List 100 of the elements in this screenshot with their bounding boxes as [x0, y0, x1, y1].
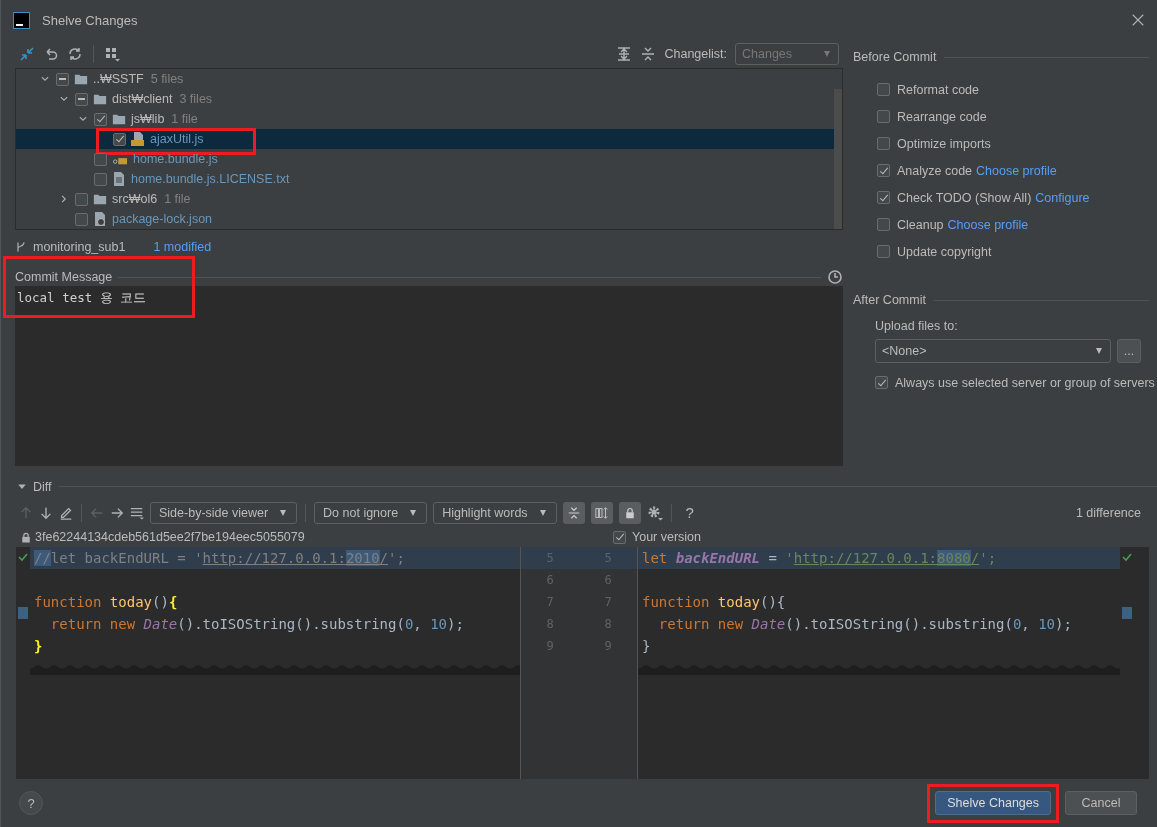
checkbox[interactable]	[877, 218, 890, 231]
folder-icon	[111, 112, 127, 126]
code-line: return new Date().toISOString().substring(0, 10);	[49, 615, 465, 635]
browse-button[interactable]: ...	[1117, 339, 1141, 363]
collapse-unchanged-icon[interactable]	[562, 501, 585, 524]
cancel-button[interactable]: Cancel	[1065, 791, 1137, 816]
lock-icon[interactable]	[618, 501, 641, 524]
js-file-icon	[130, 131, 146, 147]
folder-icon	[73, 72, 89, 86]
checkbox[interactable]	[877, 245, 890, 258]
option-label[interactable]: Analyze code	[897, 163, 973, 178]
viewer-dropdown[interactable]: Side-by-side viewer	[150, 501, 298, 524]
option-label[interactable]: Check TODO (Show All)	[897, 190, 1032, 205]
change-marker	[1122, 607, 1132, 620]
group-by-icon[interactable]	[104, 46, 120, 62]
checkbox[interactable]	[877, 164, 890, 177]
text-file-icon	[111, 171, 127, 187]
revision-hash: 3fe62244134cdeb561d5ee2f7be194eec5055079	[35, 530, 305, 545]
file-name[interactable]: src₩ol6	[112, 192, 158, 206]
check-icon	[1121, 551, 1133, 564]
highlight-dropdown[interactable]: Highlight words	[433, 501, 557, 524]
history-icon[interactable]	[827, 269, 843, 285]
file-name[interactable]: home.bundle.js.LICENSE.txt	[131, 172, 290, 186]
help-button[interactable]: ?	[679, 504, 700, 522]
checkbox[interactable]	[113, 132, 126, 146]
list-icon[interactable]	[130, 505, 144, 520]
file-count: 3 files	[179, 92, 213, 106]
branch-name: monitoring_sub1	[33, 240, 126, 254]
code-line: }	[641, 637, 652, 657]
checkbox[interactable]	[75, 92, 88, 106]
code-line: }	[33, 637, 44, 657]
undo-icon[interactable]	[43, 46, 59, 62]
json-file-icon	[92, 211, 108, 227]
chevron-down-icon[interactable]	[78, 114, 88, 124]
option-link[interactable]: Choose profile	[947, 217, 1029, 232]
sync-scroll-icon[interactable]	[590, 501, 613, 524]
file-name[interactable]: home.bundle.js	[133, 152, 218, 166]
folder-icon	[92, 92, 108, 106]
checkbox[interactable]	[875, 376, 888, 389]
arrow-down-icon[interactable]	[39, 505, 53, 520]
changelist-label: Changelist:	[664, 47, 727, 61]
checkbox[interactable]	[94, 112, 107, 126]
chevron-right-icon[interactable]	[59, 194, 69, 204]
code-line: function today(){	[33, 593, 179, 613]
arrow-right-icon[interactable]	[110, 505, 124, 520]
option-label[interactable]: Optimize imports	[897, 136, 991, 151]
checkbox[interactable]	[613, 530, 626, 544]
dropdown-arrow-icon	[1094, 348, 1104, 354]
pencil-icon[interactable]	[59, 505, 73, 520]
file-count: 1 file	[171, 112, 198, 126]
file-name[interactable]: ajaxUtil.js	[150, 132, 204, 146]
refresh-icon[interactable]	[67, 46, 83, 62]
checkbox[interactable]	[56, 72, 69, 86]
close-icon[interactable]	[1131, 13, 1145, 27]
ignore-dropdown[interactable]: Do not ignore	[314, 501, 428, 524]
dropdown-arrow-icon	[537, 509, 548, 516]
expand-all-icon[interactable]	[616, 46, 633, 62]
help-button[interactable]: ?	[19, 791, 43, 816]
code-line: function today(){	[641, 593, 787, 613]
settings-icon[interactable]	[646, 504, 663, 521]
file-count: 5 files	[150, 72, 184, 86]
option-label[interactable]: Cleanup	[897, 217, 944, 232]
collapse-all-icon[interactable]	[640, 46, 657, 62]
checkbox[interactable]	[877, 110, 890, 123]
shelve-button[interactable]: Shelve Changes	[935, 791, 1051, 816]
checkbox[interactable]	[877, 137, 890, 150]
option-label[interactable]: Rearrange code	[897, 109, 987, 124]
window-title: Shelve Changes	[42, 12, 138, 28]
file-name[interactable]: package-lock.json	[112, 212, 213, 226]
chevron-down-icon[interactable]	[59, 94, 69, 104]
option-label[interactable]: Update copyright	[897, 244, 992, 259]
option-link[interactable]: Configure	[1035, 190, 1090, 205]
checkbox[interactable]	[94, 172, 107, 186]
check-icon	[17, 551, 29, 564]
dropdown-arrow-icon	[278, 509, 289, 516]
option-label[interactable]: Reformat code	[897, 82, 979, 97]
checkbox[interactable]	[75, 212, 88, 226]
checkbox[interactable]	[877, 83, 890, 96]
dropdown-arrow-icon	[822, 51, 832, 57]
checkbox[interactable]	[877, 191, 890, 204]
option-label[interactable]: Always use selected server or group of servers	[895, 375, 1155, 390]
change-marker	[18, 607, 28, 620]
chevron-down-icon[interactable]	[40, 74, 50, 84]
section-title: Commit Message	[15, 270, 113, 284]
file-count: 1 file	[164, 192, 191, 206]
modified-count[interactable]: 1 modified	[153, 240, 212, 254]
version-label: Your version	[632, 530, 702, 545]
section-title[interactable]: Diff	[33, 479, 52, 494]
option-link[interactable]: Choose profile	[976, 163, 1057, 178]
app-logo-icon	[13, 11, 30, 29]
file-name[interactable]: dist₩client	[112, 92, 173, 106]
checkbox[interactable]	[75, 192, 88, 206]
folder-icon	[92, 192, 108, 206]
file-name[interactable]: ..₩SSTF	[93, 72, 144, 86]
code-line: return new Date().toISOString().substring(0, 10);	[657, 615, 1073, 635]
file-name[interactable]: js₩lib	[131, 112, 165, 126]
upload-dropdown[interactable]: <None>	[875, 339, 1111, 363]
commit-message-field[interactable]: local test 용 코드	[15, 286, 843, 466]
collapse-arrows-icon[interactable]	[19, 46, 35, 62]
scrollbar[interactable]	[834, 89, 842, 229]
